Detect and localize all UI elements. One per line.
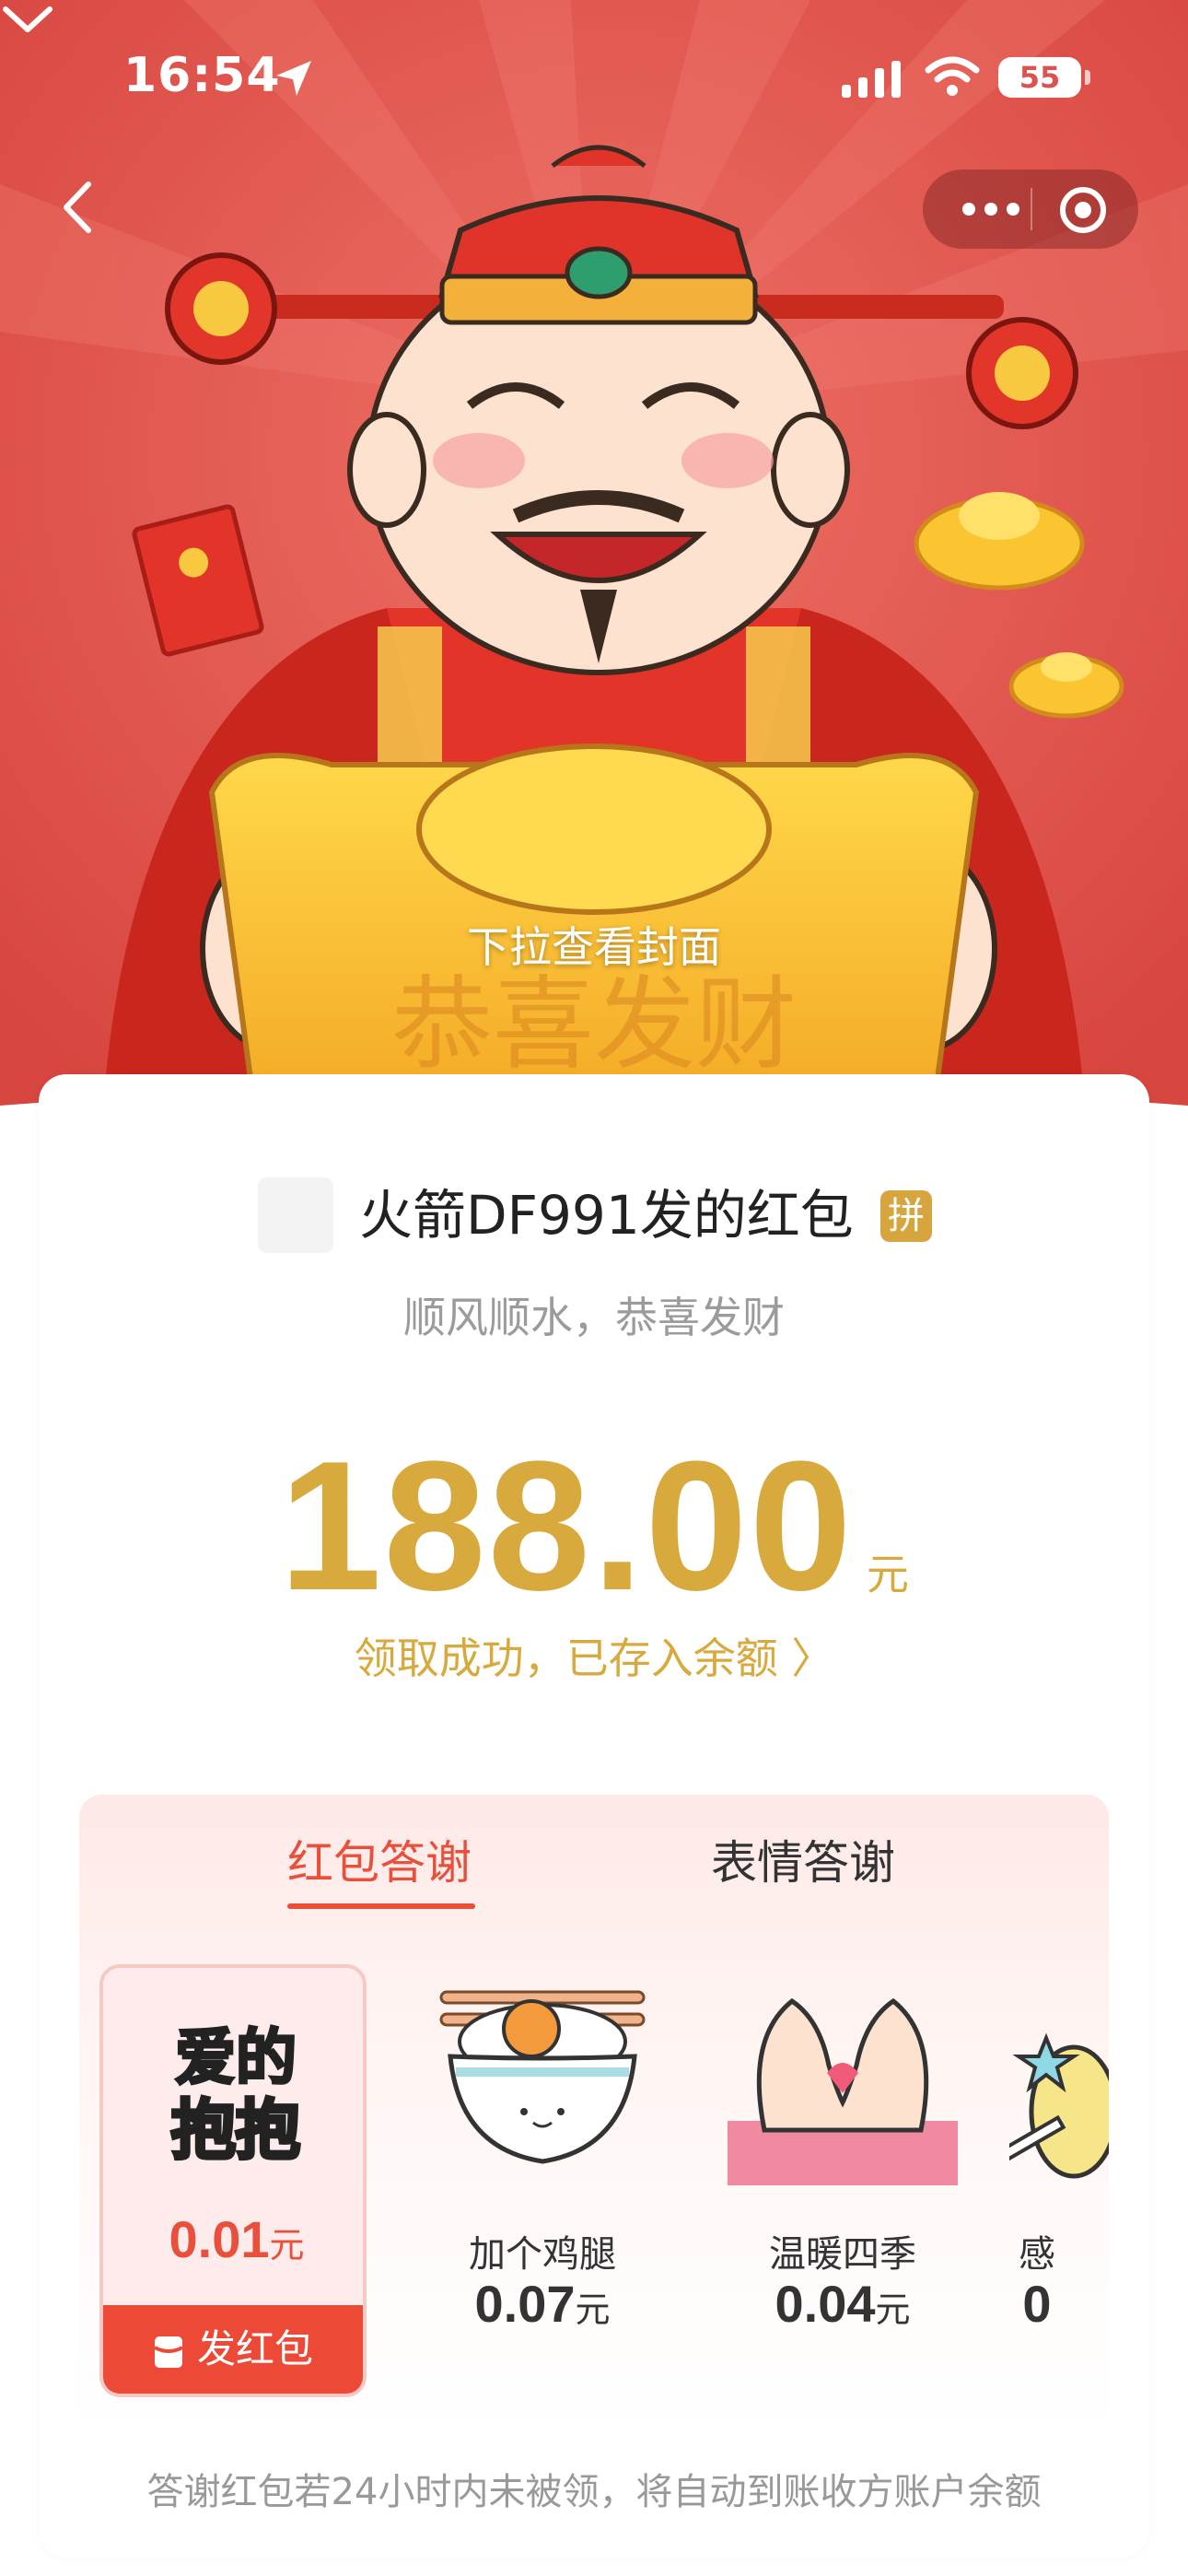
gift-name: 加个鸡腿	[469, 2233, 616, 2276]
mini-program-capsule	[923, 170, 1138, 249]
clock: 16:54	[123, 48, 281, 103]
red-packet-detail-card: 火箭DF991发的红包 拼 顺风顺水，恭喜发财 188.00 元 领取成功，已存入…	[39, 1074, 1149, 2558]
send-packet-button[interactable]: 发红包	[103, 2305, 363, 2394]
amount-unit: 元	[866, 1550, 909, 1599]
group-packet-badge: 拼	[880, 1190, 932, 1242]
packet-greeting: 顺风顺水，恭喜发财	[403, 1293, 785, 1342]
gift-option-drumstick[interactable]: 加个鸡腿 0.07元	[409, 1964, 676, 2397]
tab-packet-thanks[interactable]: 红包答谢	[287, 1826, 472, 1892]
close-icon[interactable]	[1057, 184, 1109, 236]
sender-avatar	[258, 1177, 333, 1253]
more-icon[interactable]	[956, 190, 1026, 228]
capsule-divider	[1031, 188, 1032, 230]
hug-sticker-icon: 爱的 抱抱	[169, 2021, 302, 2162]
gift-price: 0.01元	[169, 2210, 305, 2268]
sender-title: 火箭DF991发的红包	[359, 1184, 854, 1247]
status-bar: 16:54 55	[0, 0, 1188, 157]
battery-indicator: 55	[998, 57, 1081, 98]
cellular-signal-icon	[842, 61, 901, 98]
location-arrow-icon	[276, 61, 311, 96]
gift-name: 温暖四季	[769, 2233, 916, 2276]
red-packet-icon	[154, 2336, 183, 2368]
gift-option-hug[interactable]: 爱的 抱抱 0.01元 发红包	[99, 1964, 367, 2397]
gift-price: 0.04元	[775, 2275, 911, 2333]
svg-text:爱的: 爱的	[175, 2022, 297, 2093]
battery-cap	[1085, 70, 1090, 85]
active-tab-indicator	[287, 1903, 475, 1909]
gift-price: 0	[1022, 2275, 1052, 2333]
gift-name: 感	[1019, 2233, 1055, 2276]
svg-text:抱抱: 抱抱	[171, 2092, 300, 2161]
gift-price: 0.07元	[474, 2275, 611, 2333]
balance-link[interactable]: 领取成功，已存入余额 〉	[39, 1625, 1149, 1686]
gift-option-warm-seasons[interactable]: 温暖四季 0.04元	[709, 1964, 976, 2397]
battery-level: 55	[1019, 60, 1061, 95]
tab-sticker-thanks[interactable]: 表情答谢	[711, 1826, 895, 1892]
rice-bowl-drumstick-icon	[439, 1990, 646, 2164]
star-sticker-icon	[1009, 2032, 1109, 2179]
wifi-icon	[925, 56, 980, 96]
thanks-footnote: 答谢红包若24小时内未被领，将自动到账收方账户余额	[146, 2471, 1042, 2513]
svg-text:恭喜发财: 恭喜发财	[391, 966, 797, 1083]
pull-to-view-cover-hint: 下拉查看封面	[467, 922, 721, 972]
received-amount: 188.00	[279, 1423, 854, 1629]
thanks-panel: 红包答谢 表情答谢 爱的 抱抱 0.01元 发红包 加个鸡腿 0.07元 温暖四…	[79, 1795, 1109, 2430]
heart-hands-icon	[728, 1997, 958, 2185]
amount-row: 188.00 元	[39, 1421, 1149, 1629]
gift-option-partial[interactable]: 感 0	[1009, 1964, 1109, 2397]
back-icon[interactable]	[46, 175, 111, 240]
